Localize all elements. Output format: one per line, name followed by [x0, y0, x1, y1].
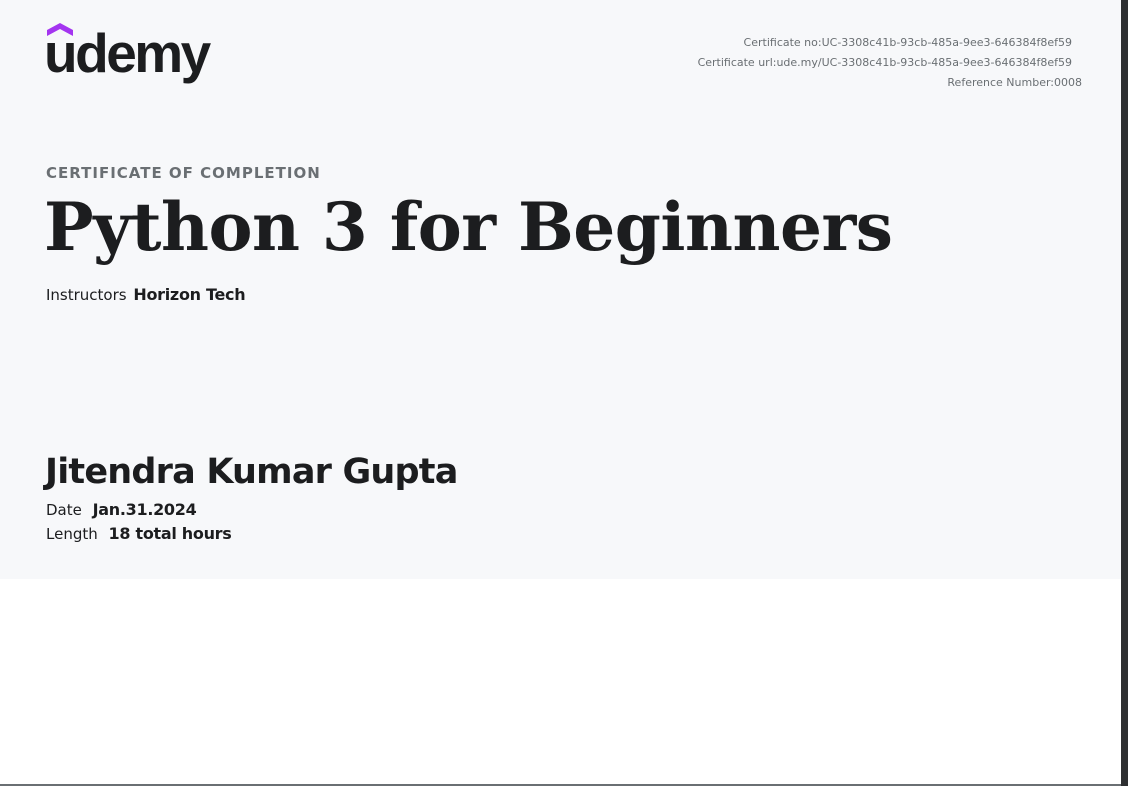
certificate-url-row: Certificate url:ude.my/UC-3308c41b-93cb-… [698, 53, 1072, 73]
udemy-logo: udemy [44, 22, 226, 94]
instructors-label: Instructors [46, 286, 127, 304]
certificate-meta: Certificate no:UC-3308c41b-93cb-485a-9ee… [698, 33, 1082, 93]
date-label: Date [46, 501, 82, 519]
length-label: Length [46, 525, 98, 543]
certificate-number: UC-3308c41b-93cb-485a-9ee3-646384f8ef59 [821, 36, 1072, 49]
date-line: Date Jan.31.2024 [46, 500, 197, 519]
length-value: 18 total hours [108, 524, 232, 543]
instructors-line: Instructors Horizon Tech [46, 285, 246, 304]
certificate-url-label: Certificate url: [697, 56, 777, 69]
length-line: Length 18 total hours [46, 524, 232, 543]
recipient-name: Jitendra Kumar Gupta [45, 452, 458, 492]
reference-number-label: Reference Number: [947, 76, 1054, 89]
certificate-url[interactable]: ude.my/UC-3308c41b-93cb-485a-9ee3-646384… [776, 56, 1072, 69]
right-edge-border [1121, 0, 1128, 786]
certificate-number-label: Certificate no: [743, 36, 822, 49]
certificate-kicker: CERTIFICATE OF COMPLETION [46, 164, 321, 182]
logo-wordmark: udemy [44, 22, 211, 84]
course-title: Python 3 for Beginners [44, 188, 893, 266]
reference-number: 0008 [1054, 76, 1082, 89]
certificate-number-row: Certificate no:UC-3308c41b-93cb-485a-9ee… [698, 33, 1072, 53]
reference-number-row: Reference Number:0008 [698, 73, 1082, 93]
date-value: Jan.31.2024 [92, 500, 197, 519]
instructors-name: Horizon Tech [133, 285, 246, 304]
